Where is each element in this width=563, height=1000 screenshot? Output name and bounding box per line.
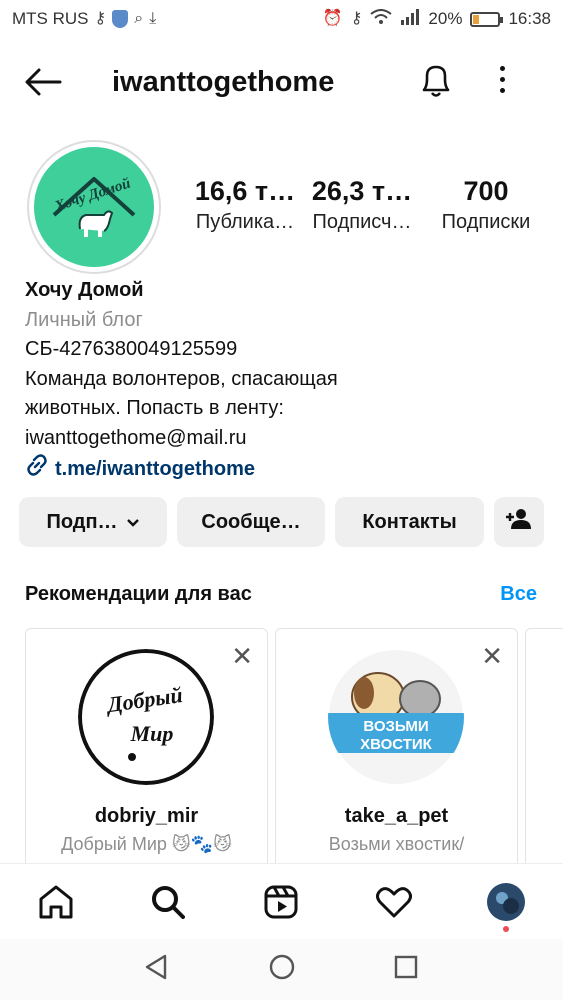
carrier-name: MTS RUS xyxy=(12,9,89,28)
key-icon: ⚷ xyxy=(350,10,363,27)
download-icon: ⤓ xyxy=(149,10,157,27)
recommendation-username[interactable]: take_a_pet xyxy=(276,805,517,828)
close-icon[interactable]: ✕ xyxy=(231,643,253,669)
recents-square-icon[interactable] xyxy=(393,953,419,986)
chevron-down-icon xyxy=(126,511,140,534)
recommendation-card-partial[interactable] xyxy=(525,628,563,888)
posts-label: Публика… xyxy=(195,211,295,233)
recommendation-card[interactable]: ✕ Добрый Мир dobriy_mir Добрый Мир 😼🐾😼 xyxy=(25,628,268,888)
recommendation-avatar[interactable]: ВОЗЬМИ ХВОСТИК xyxy=(328,649,464,785)
signal-icon xyxy=(400,9,420,29)
link-icon xyxy=(25,453,49,487)
profile-header: iwanttogethome xyxy=(0,52,563,112)
logo-text: Мир xyxy=(130,721,174,746)
back-arrow-icon[interactable] xyxy=(24,62,64,102)
reels-icon[interactable] xyxy=(261,882,301,922)
home-circle-icon[interactable] xyxy=(268,953,296,986)
system-navigation-bar xyxy=(0,939,563,1000)
bio-email[interactable]: iwanttogethome@mail.ru xyxy=(25,424,545,454)
subscribe-label: Подп… xyxy=(46,510,118,533)
contacts-label: Контакты xyxy=(362,510,457,533)
bio-line: животных. Попасть в ленту: xyxy=(25,397,284,419)
recommendation-card[interactable]: ✕ ВОЗЬМИ ХВОСТИК take_a_pet Возьми хвост… xyxy=(275,628,518,888)
see-all-link[interactable]: Все xyxy=(500,583,537,606)
posts-count: 16,6 т… xyxy=(194,176,296,206)
search-icon: ⌕ xyxy=(134,10,144,27)
shield-icon xyxy=(112,10,129,28)
back-triangle-icon[interactable] xyxy=(144,953,168,986)
bio-line: Команда волонтеров, спасающая xyxy=(25,367,338,390)
profile-link-text: t.me/iwanttogethome xyxy=(55,458,256,480)
logo-text: ХВОСТИК xyxy=(360,736,433,753)
home-icon[interactable] xyxy=(36,882,76,922)
bio-line: СБ-4276380049125599 xyxy=(25,338,238,360)
following-stat[interactable]: 700 Подписки xyxy=(424,176,548,234)
recommendation-avatar[interactable]: Добрый Мир xyxy=(78,649,214,785)
profile-link[interactable]: t.me/iwanttogethome xyxy=(25,453,545,487)
battery-icon xyxy=(470,11,504,27)
wifi-icon xyxy=(370,9,393,29)
logo-text: ВОЗЬМИ xyxy=(363,718,428,735)
status-bar: MTS RUS ⚷ ⌕ ⤓ ⏰ ⚷ 20% 16:38 xyxy=(0,0,563,38)
subscribe-button[interactable]: Подп… xyxy=(19,497,167,547)
posts-stat[interactable]: 16,6 т… Публика… xyxy=(190,176,300,234)
bell-icon[interactable] xyxy=(418,62,454,105)
clock: 16:38 xyxy=(508,9,551,28)
profile-username-title: iwanttogethome xyxy=(112,65,335,98)
followers-stat[interactable]: 26,3 т… Подписч… xyxy=(300,176,424,234)
followers-count: 26,3 т… xyxy=(311,176,413,206)
profile-stats: 16,6 т… Публика… 26,3 т… Подписч… 700 По… xyxy=(190,176,550,234)
heart-icon[interactable] xyxy=(374,882,414,922)
notification-dot xyxy=(503,926,509,932)
bottom-navigation xyxy=(0,863,563,939)
alarm-icon: ⏰ xyxy=(322,10,343,27)
message-label: Сообще… xyxy=(201,510,301,533)
key-icon: ⚷ xyxy=(94,10,107,27)
profile-avatar[interactable]: Хочу Домой xyxy=(27,140,161,274)
followers-label: Подписч… xyxy=(312,211,412,233)
add-user-button[interactable] xyxy=(494,497,544,547)
more-options-icon[interactable] xyxy=(500,66,505,93)
profile-avatar-icon[interactable] xyxy=(486,882,526,922)
recommendations-title: Рекомендации для вас xyxy=(25,583,252,605)
contacts-button[interactable]: Контакты xyxy=(335,497,484,547)
following-label: Подписки xyxy=(441,211,531,233)
profile-category: Личный блог xyxy=(25,308,143,331)
close-icon[interactable]: ✕ xyxy=(481,643,503,669)
recommendation-full-name: Возьми хвостик/ xyxy=(328,834,465,854)
recommendation-username[interactable]: dobriy_mir xyxy=(26,805,267,828)
add-user-icon xyxy=(505,508,533,536)
search-icon[interactable] xyxy=(148,882,188,922)
battery-percent: 20% xyxy=(428,9,463,28)
avatar-logo: Хочу Домой xyxy=(34,147,154,267)
message-button[interactable]: Сообще… xyxy=(177,497,325,547)
profile-full-name: Хочу Домой xyxy=(25,279,144,301)
recommendation-full-name: Добрый Мир 😼🐾😼 xyxy=(61,834,232,854)
following-count: 700 xyxy=(463,176,509,206)
profile-bio: Хочу Домой Личный блог СБ-42763800491255… xyxy=(25,276,545,487)
